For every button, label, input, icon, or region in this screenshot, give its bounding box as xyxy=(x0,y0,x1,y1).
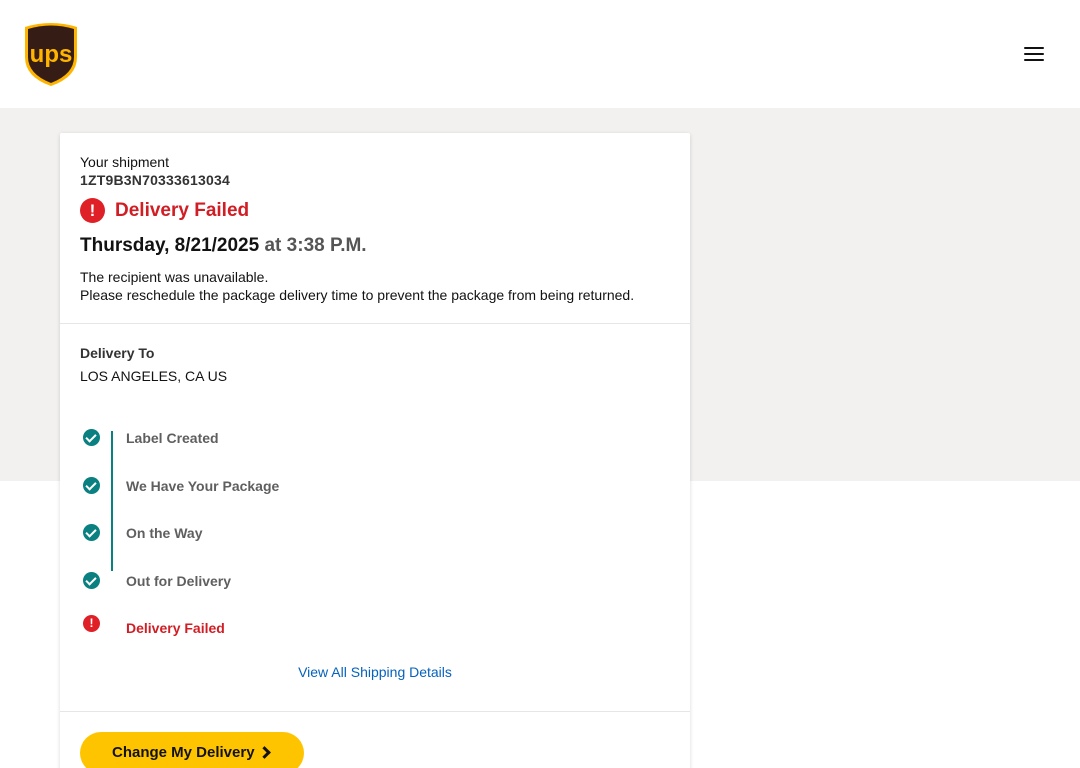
divider xyxy=(60,323,690,324)
alert-circle-icon: ! xyxy=(80,198,105,223)
site-header: ups xyxy=(0,0,1080,108)
check-circle-icon xyxy=(83,477,100,494)
hamburger-menu-button[interactable] xyxy=(1018,40,1050,68)
at-word: at xyxy=(264,235,282,256)
delivery-time: 3:38 P.M. xyxy=(286,235,367,256)
check-circle-icon xyxy=(83,572,100,589)
timeline-step-label: On the Way xyxy=(126,525,203,541)
timeline-step-label: Label Created xyxy=(126,430,219,446)
ups-shield-icon: ups xyxy=(25,23,77,86)
tracking-card: Your shipment 1ZT9B3N70333613034 ! Deliv… xyxy=(60,133,690,768)
chevron-right-icon xyxy=(258,746,271,759)
check-circle-icon xyxy=(83,524,100,541)
delivery-to-value: LOS ANGELES, CA US xyxy=(80,368,228,384)
hamburger-menu-icon xyxy=(1024,47,1044,49)
status-message-line2: Please reschedule the package delivery t… xyxy=(80,287,635,303)
svg-text:ups: ups xyxy=(30,41,73,68)
hamburger-menu-icon-bar xyxy=(1024,53,1044,55)
check-circle-icon xyxy=(83,429,100,446)
timeline-step-label: Out for Delivery xyxy=(126,573,232,589)
ups-logo[interactable]: ups xyxy=(23,21,79,87)
timeline-progress-line xyxy=(111,431,113,571)
divider xyxy=(60,711,690,712)
alert-circle-icon: ! xyxy=(83,615,100,632)
timeline-step-label-failed: Delivery Failed xyxy=(126,620,225,636)
hamburger-menu-icon-bar xyxy=(1024,59,1044,61)
delivery-date-time: Thursday, 8/21/2025 at 3:38 P.M. xyxy=(80,235,367,257)
status-message-line1: The recipient was unavailable. xyxy=(80,269,269,285)
tracking-number: 1ZT9B3N70333613034 xyxy=(80,172,230,188)
change-my-delivery-label: Change My Delivery xyxy=(112,744,255,761)
delivery-date: Thursday, 8/21/2025 xyxy=(80,235,260,256)
shipment-label: Your shipment xyxy=(80,154,169,170)
delivery-status: Delivery Failed xyxy=(115,200,250,221)
change-my-delivery-button[interactable]: Change My Delivery xyxy=(80,732,304,768)
view-all-shipping-details-link[interactable]: View All Shipping Details xyxy=(60,664,690,680)
delivery-to-label: Delivery To xyxy=(80,345,155,361)
timeline-step-label: We Have Your Package xyxy=(126,478,280,494)
